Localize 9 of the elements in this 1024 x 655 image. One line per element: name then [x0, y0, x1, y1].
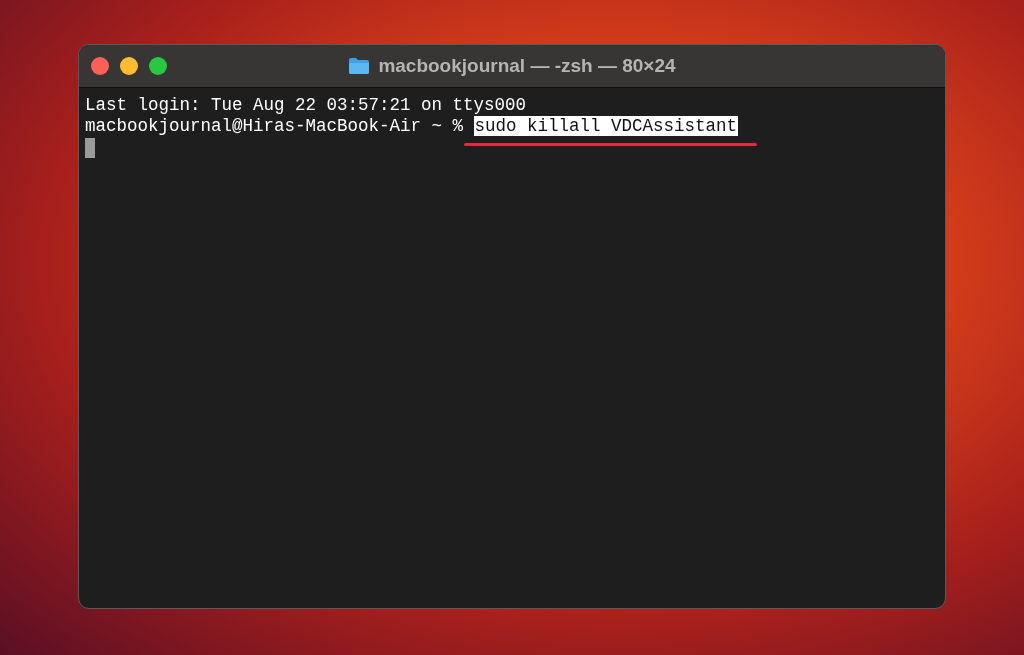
minimize-button[interactable] — [120, 57, 138, 75]
window-title: macbookjournal — -zsh — 80×24 — [378, 55, 676, 77]
close-button[interactable] — [91, 57, 109, 75]
output-line: Last login: Tue Aug 22 03:57:21 on ttys000 — [85, 95, 527, 116]
shell-prompt: macbookjournal@Hiras-MacBook-Air ~ % — [85, 116, 464, 137]
text-cursor — [85, 138, 95, 158]
folder-icon — [348, 57, 371, 75]
zoom-button[interactable] — [149, 57, 167, 75]
command-text: sudo killall VDCAssistant — [473, 116, 739, 136]
